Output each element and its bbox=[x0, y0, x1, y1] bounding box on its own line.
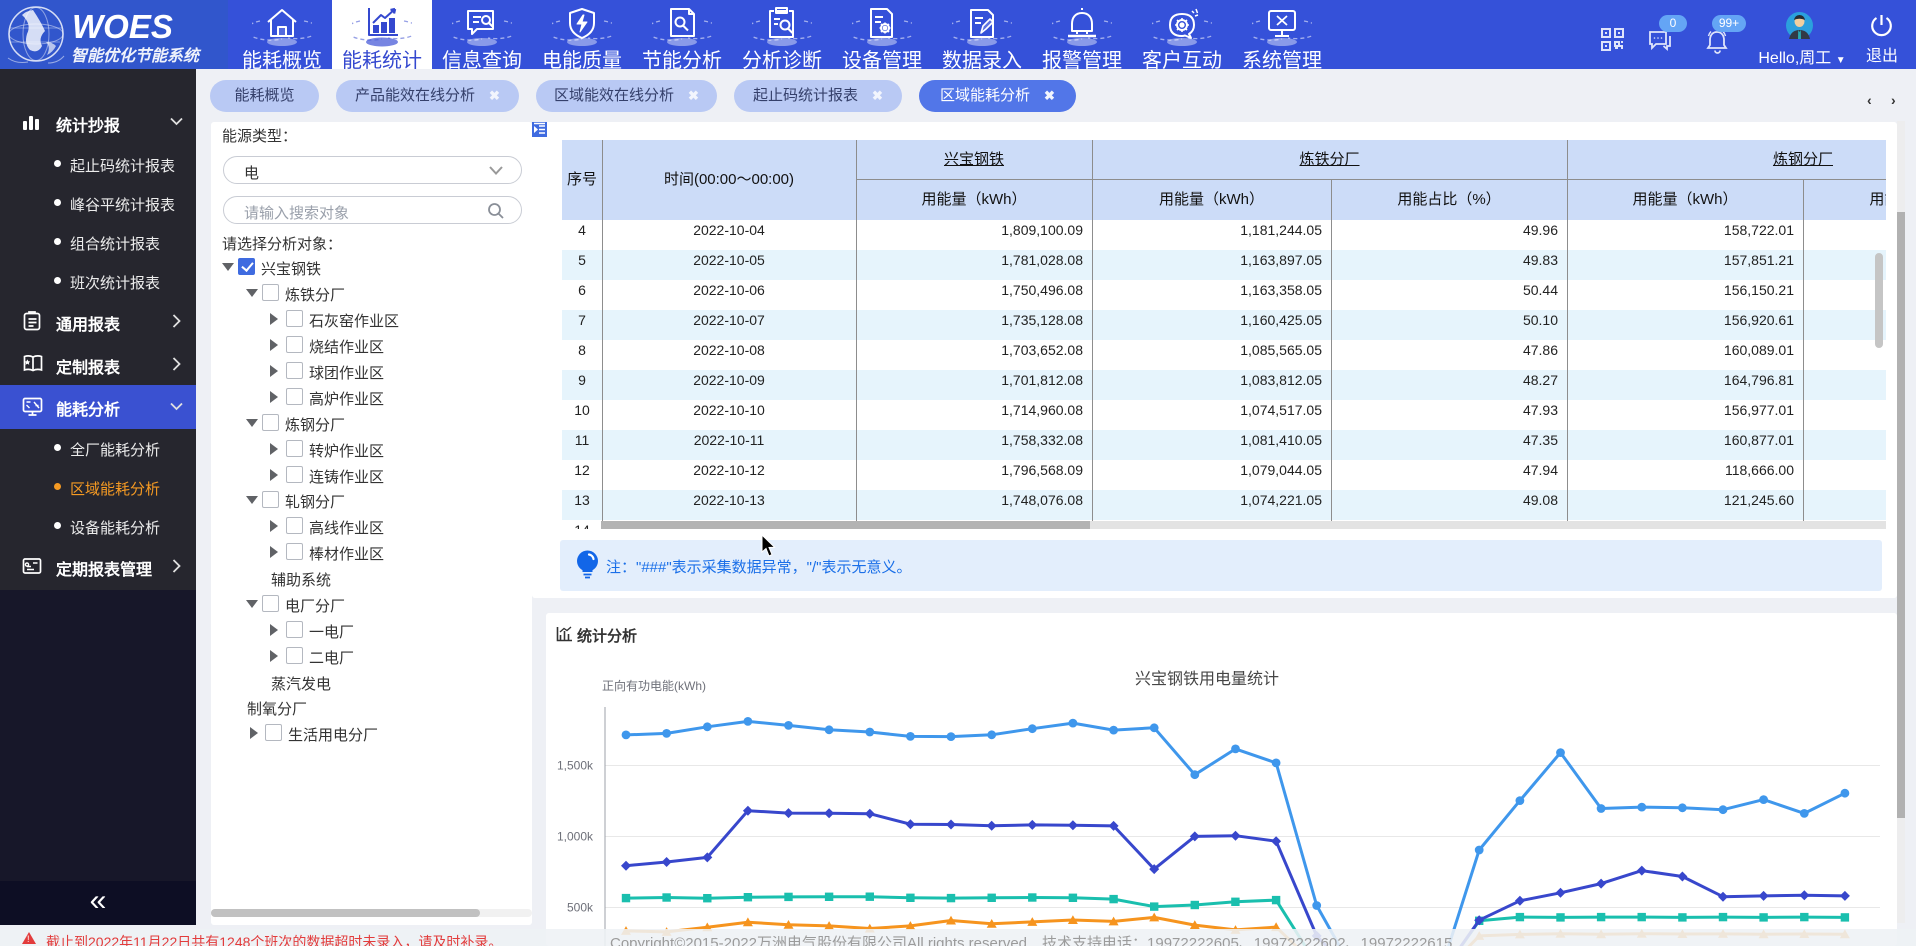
svg-text:500k: 500k bbox=[567, 901, 594, 915]
svg-text:1,500k: 1,500k bbox=[557, 759, 594, 773]
svg-text:1,000k: 1,000k bbox=[557, 830, 594, 844]
svg-text:WOES: WOES bbox=[72, 8, 173, 45]
svg-text:智能优化节能系统: 智能优化节能系统 bbox=[71, 47, 202, 65]
